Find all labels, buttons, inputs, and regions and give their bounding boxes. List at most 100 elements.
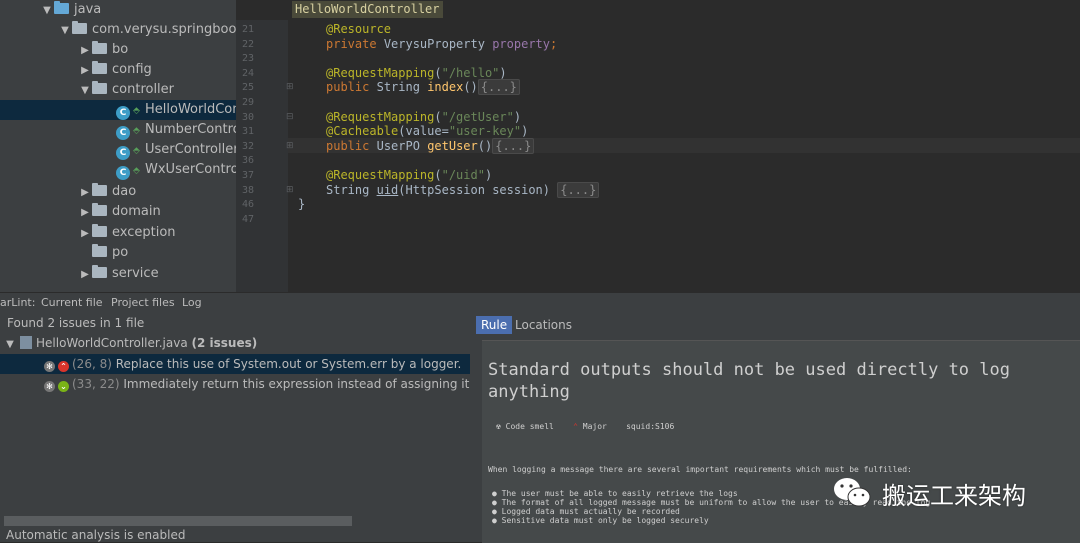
punctuation: ; (550, 37, 558, 51)
chevron-right-icon[interactable]: ▶ (78, 41, 92, 61)
line-number: 21 (242, 24, 255, 35)
keyword: public (326, 139, 370, 153)
lock-icon: ⬘ (133, 106, 140, 116)
tree-item-domain[interactable]: ▶ domain (78, 202, 161, 222)
string-literal: "user-key" (448, 124, 522, 138)
line-number: 30 (242, 112, 255, 123)
method-name: getUser (427, 139, 478, 153)
tree-item-label: domain (112, 204, 161, 219)
tree-item-bo[interactable]: ▶ bo (78, 40, 128, 60)
chevron-down-icon[interactable]: ▼ (40, 1, 54, 21)
chevron-right-icon[interactable]: ▶ (78, 61, 92, 81)
code-line: public String index() {...} (326, 79, 520, 95)
tree-item-dao[interactable]: ▶ dao (78, 182, 136, 202)
fold-icon[interactable]: ⊞ (286, 141, 294, 151)
line-number: 22 (242, 39, 255, 50)
severity-major-icon: ⌃ (573, 422, 578, 431)
line-number: 36 (242, 155, 255, 166)
watermark: 搬运工来架构 (832, 474, 1026, 512)
rule-bullet-text: Logged data must actually be recorded (501, 507, 680, 516)
rule-bullet: ● Logged data must actually be recorded (492, 507, 680, 516)
issue-file-count: (2 issues) (191, 336, 258, 350)
tab-current-file[interactable]: Current file (41, 293, 103, 313)
project-tree: ▼ java ▼ com.verysu.springboot ▶ bo ▶ config… (0, 0, 236, 292)
tree-item-label: java (74, 2, 102, 17)
issue-item[interactable]: ✻ ⌃ (26, 8) Replace this use of System.out… (0, 354, 470, 374)
rule-meta: ☢ Code smell ⌃ Major squid:S106 (496, 422, 674, 431)
tree-item-helloworldcontroller[interactable]: C⬘ HelloWorldController (0, 100, 236, 120)
type-name: UserPO (376, 139, 420, 153)
lock-icon: ⬘ (133, 146, 140, 156)
annotation: @Cacheable (326, 124, 399, 138)
line-number: 47 (242, 214, 255, 225)
class-icon: C (116, 126, 130, 140)
tree-item-wxusercontroller[interactable]: C⬘ WxUserController (116, 160, 236, 180)
tree-item-usercontroller[interactable]: C ⬘ UserController (116, 140, 236, 160)
issue-item[interactable]: ✻ ⌄ (33, 22) Immediately return this expre… (0, 374, 470, 394)
chevron-right-icon[interactable]: ▶ (78, 183, 92, 203)
rule-bullet-text: Sensitive data must only be logged secur… (501, 516, 709, 525)
tree-item-numbercontroller[interactable]: C⬘ NumberController (116, 120, 236, 140)
tree-item-label: exception (112, 225, 176, 240)
line-number: 23 (242, 53, 255, 64)
analysis-status: Automatic analysis is enabled (6, 528, 186, 542)
line-number: 32 (242, 141, 255, 152)
lock-icon: ⬘ (133, 166, 140, 176)
fold-icon[interactable]: ⊟ (286, 112, 294, 122)
line-number: 31 (242, 126, 255, 137)
param-name: value= (405, 124, 449, 138)
package-icon (72, 21, 87, 34)
closing-brace: } (298, 197, 306, 211)
fold-icon[interactable]: ⊞ (286, 185, 294, 195)
tree-item-label: NumberController (145, 122, 236, 137)
code-line: @RequestMapping("/getUser") (326, 110, 522, 124)
tab-locations[interactable]: Locations (510, 316, 577, 334)
tree-item-exception[interactable]: ▶ exception (78, 223, 176, 243)
tab-project-files[interactable]: Project files (111, 293, 175, 313)
tree-item-service[interactable]: ▶ service (78, 264, 159, 284)
chevron-down-icon[interactable]: ▼ (0, 335, 20, 353)
tree-item-label: com.verysu.springboot (92, 22, 236, 37)
editor-class-label[interactable]: HelloWorldController (292, 1, 443, 18)
tab-rule[interactable]: Rule (476, 316, 513, 334)
folded-block[interactable]: {...} (492, 138, 535, 154)
chevron-down-icon[interactable]: ▼ (58, 21, 72, 41)
tree-item-package[interactable]: ▼ com.verysu.springboot (58, 20, 236, 40)
java-file-icon (20, 336, 32, 349)
fold-icon[interactable]: ⊞ (286, 82, 294, 92)
tree-item-po[interactable]: po (78, 243, 128, 263)
folder-icon (92, 203, 107, 216)
keyword: private (326, 37, 377, 51)
line-number: 38 (242, 185, 255, 196)
chevron-right-icon[interactable]: ▶ (78, 265, 92, 285)
code-line: @Resource (326, 22, 391, 37)
issue-file-node[interactable]: ▼ HelloWorldController.java (2 issues) (0, 333, 470, 353)
type-name: VerysuProperty (383, 37, 485, 51)
line-number: 29 (242, 97, 255, 108)
editor-breadcrumb-bar: HelloWorldController (236, 0, 1080, 20)
tree-item-controller[interactable]: ▼ controller (78, 80, 174, 100)
issue-file-name: HelloWorldController.java (36, 336, 188, 350)
tree-item-java[interactable]: ▼ java (40, 0, 101, 20)
code-editor[interactable]: HelloWorldController 21 22 23 24 25 29 3… (236, 0, 1080, 292)
issue-text: Immediately return this expression inste… (123, 377, 470, 391)
code-smell-icon: ☢ (496, 422, 501, 431)
horizontal-scrollbar[interactable] (4, 516, 352, 526)
bug-icon: ✻ (44, 361, 55, 372)
rule-type: Code smell (505, 422, 554, 431)
folded-block[interactable]: {...} (557, 182, 600, 198)
chevron-right-icon[interactable]: ▶ (78, 203, 92, 223)
lock-icon: ⬘ (133, 126, 140, 136)
tab-log[interactable]: Log (182, 293, 202, 313)
issues-panel: Found 2 issues in 1 file ▼ HelloWorldCont… (0, 312, 470, 542)
tree-item-label: service (112, 266, 159, 281)
folder-icon (92, 183, 107, 196)
folder-icon (54, 1, 69, 14)
annotation: @RequestMapping (326, 66, 435, 80)
chevron-right-icon[interactable]: ▶ (78, 224, 92, 244)
tab-sonarlint[interactable]: arLint: (0, 293, 35, 313)
method-name: index (427, 80, 464, 94)
folded-block[interactable]: {...} (477, 79, 520, 95)
chevron-down-icon[interactable]: ▼ (78, 81, 92, 101)
tree-item-config[interactable]: ▶ config (78, 60, 152, 80)
